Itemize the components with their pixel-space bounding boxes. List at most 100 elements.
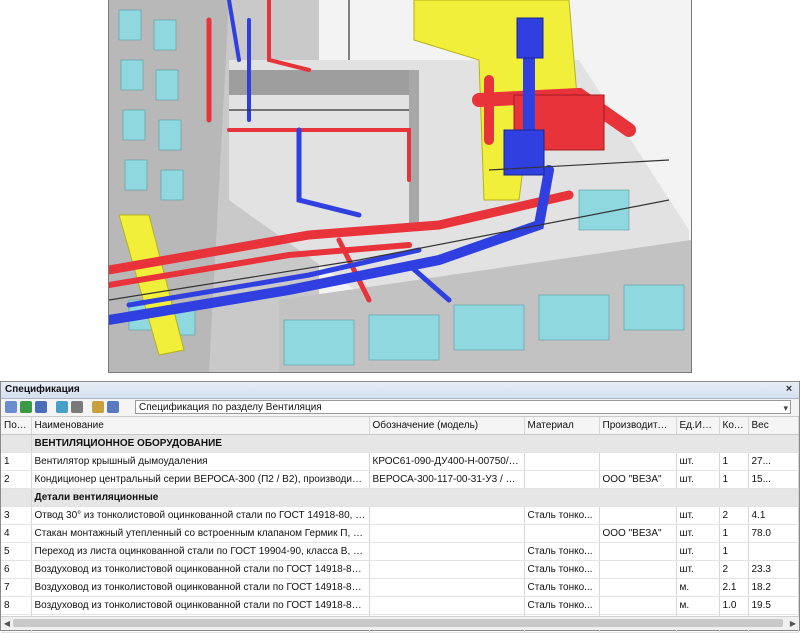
- cell-unit: шт.: [676, 542, 720, 561]
- cell-material: Сталь тонко...: [524, 596, 600, 615]
- table-row[interactable]: 1 Вентилятор крышный дымоудаления КРОС61-0…: [1, 452, 799, 471]
- cell-model: [369, 560, 525, 579]
- cell-model: [369, 542, 525, 561]
- cell-weight: 78.0: [748, 524, 799, 543]
- cell-pos: 4: [1, 524, 32, 543]
- cell-model: [369, 596, 525, 615]
- group-title: ВЕНТИЛЯЦИОННОЕ ОБОРУДОВАНИЕ: [31, 434, 799, 453]
- group-title: Детали вентиляционные: [31, 488, 799, 507]
- column-header[interactable]: Наименование: [31, 417, 370, 435]
- column-header[interactable]: Вес: [748, 417, 799, 435]
- table-row[interactable]: 4 Стакан монтажный утепленный со встроенн…: [1, 524, 799, 543]
- specification-select[interactable]: Спецификация по разделу Вентиляция ▾: [135, 400, 791, 414]
- export-excel-icon[interactable]: [20, 401, 32, 413]
- specification-panel: Спецификация × Спецификация по разделу В…: [0, 381, 800, 633]
- cell-weight: 27...: [748, 452, 799, 471]
- cell-unit: м.: [676, 596, 720, 615]
- settings-icon[interactable]: [92, 401, 104, 413]
- specification-select-value: Спецификация по разделу Вентиляция: [139, 402, 322, 413]
- table-row[interactable]: 6 Воздуховод из тонколистовой оцинкованно…: [1, 560, 799, 579]
- table-row[interactable]: 8 Воздуховод из тонколистовой оцинкованно…: [1, 596, 799, 615]
- model-viewport-3d[interactable]: [108, 0, 692, 373]
- cell-model: ВЕРОСА-300-117-00-31-У3 / ВЕ...: [369, 470, 525, 489]
- cell-model: КРОС61-090-ДУ400-Н-00750/6-У1: [369, 452, 525, 471]
- copy-icon[interactable]: [5, 401, 17, 413]
- group-row[interactable]: ВЕНТИЛЯЦИОННОЕ ОБОРУДОВАНИЕ: [1, 434, 799, 453]
- table-row[interactable]: 2 Кондиционер центральный серии ВЕРОСА-30…: [1, 470, 799, 489]
- cell-unit: м.: [676, 578, 720, 597]
- cell-qty: 1.0: [719, 596, 749, 615]
- cell-weight: 15...: [748, 470, 799, 489]
- scroll-right-icon[interactable]: ▶: [787, 617, 799, 630]
- cell-name: Стакан монтажный утепленный со встроенны…: [31, 524, 370, 543]
- cell-maker: [599, 506, 677, 525]
- panel-title: Спецификация: [5, 384, 80, 395]
- cell-name: Кондиционер центральный серии ВЕРОСА-300…: [31, 470, 370, 489]
- cell-name: Отвод 30° из тонколистовой оцинкованной …: [31, 506, 370, 525]
- cell-pos: 3: [1, 506, 32, 525]
- column-header[interactable]: Материал: [524, 417, 600, 435]
- cell-material: Сталь тонко...: [524, 506, 600, 525]
- cell-qty: 1: [719, 542, 749, 561]
- close-button[interactable]: ×: [783, 384, 795, 396]
- cell-qty: 2: [719, 560, 749, 579]
- cell-pos: 5: [1, 542, 32, 561]
- save-icon[interactable]: [35, 401, 47, 413]
- table-row[interactable]: 3 Отвод 30° из тонколистовой оцинкованной…: [1, 506, 799, 525]
- cell-material: Сталь тонко...: [524, 542, 600, 561]
- table-row[interactable]: 7 Воздуховод из тонколистовой оцинкованно…: [1, 578, 799, 597]
- column-header[interactable]: Обозначение (модель): [369, 417, 525, 435]
- cell-qty: 2.1: [719, 578, 749, 597]
- building-3d-view: [109, 0, 691, 372]
- cell-name: Воздуховод из тонколистовой оцинкованной…: [31, 596, 370, 615]
- cell-pos: 7: [1, 578, 32, 597]
- scroll-left-icon[interactable]: ◀: [1, 617, 13, 630]
- cell-weight: 19.5: [748, 596, 799, 615]
- cell-pos: 6: [1, 560, 32, 579]
- column-header[interactable]: Производитель: [599, 417, 677, 435]
- cell-maker: [599, 596, 677, 615]
- cell-material: [524, 524, 600, 543]
- table-icon[interactable]: [107, 401, 119, 413]
- cell-weight: 18.2: [748, 578, 799, 597]
- filter-icon[interactable]: [71, 401, 83, 413]
- cell-unit: шт.: [676, 506, 720, 525]
- cell-name: Вентилятор крышный дымоудаления: [31, 452, 370, 471]
- scrollbar-thumb[interactable]: [13, 619, 783, 627]
- refresh-icon[interactable]: [56, 401, 68, 413]
- group-spacer: [1, 434, 32, 453]
- cell-unit: шт.: [676, 560, 720, 579]
- cell-maker: ООО "ВЕЗА": [599, 470, 677, 489]
- cell-qty: 2: [719, 506, 749, 525]
- horizontal-scrollbar[interactable]: ◀ ▶: [1, 616, 799, 630]
- cell-qty: 1: [719, 524, 749, 543]
- cell-name: Воздуховод из тонколистовой оцинкованной…: [31, 578, 370, 597]
- cell-maker: [599, 560, 677, 579]
- column-header[interactable]: Ед.Изм.: [676, 417, 720, 435]
- cell-weight: [748, 542, 799, 561]
- cell-maker: ООО "ВЕЗА": [599, 524, 677, 543]
- chevron-down-icon: ▾: [783, 403, 788, 413]
- cell-material: [524, 452, 600, 471]
- cell-material: Сталь тонко...: [524, 560, 600, 579]
- group-row[interactable]: Детали вентиляционные: [1, 488, 799, 507]
- cell-material: Сталь тонко...: [524, 578, 600, 597]
- cell-unit: шт.: [676, 470, 720, 489]
- cell-unit: шт.: [676, 524, 720, 543]
- cell-model: [369, 524, 525, 543]
- cell-weight: 4.1: [748, 506, 799, 525]
- cell-model: [369, 506, 525, 525]
- cell-maker: [599, 578, 677, 597]
- table-header-row: Поз... Наименование Обозначение (модель) Ма…: [1, 417, 799, 435]
- column-header[interactable]: Поз...: [1, 417, 32, 435]
- table-body: ВЕНТИЛЯЦИОННОЕ ОБОРУДОВАНИЕ 1 Вентилятор к…: [1, 434, 799, 633]
- cell-model: [369, 578, 525, 597]
- panel-title-bar: Спецификация ×: [1, 382, 799, 399]
- cell-material: [524, 470, 600, 489]
- cell-maker: [599, 542, 677, 561]
- column-header[interactable]: Кол...: [719, 417, 749, 435]
- table-row[interactable]: 5 Переход из листа оцинкованной стали по …: [1, 542, 799, 561]
- cell-qty: 1: [719, 470, 749, 489]
- cell-name: Воздуховод из тонколистовой оцинкованной…: [31, 560, 370, 579]
- cell-qty: 1: [719, 452, 749, 471]
